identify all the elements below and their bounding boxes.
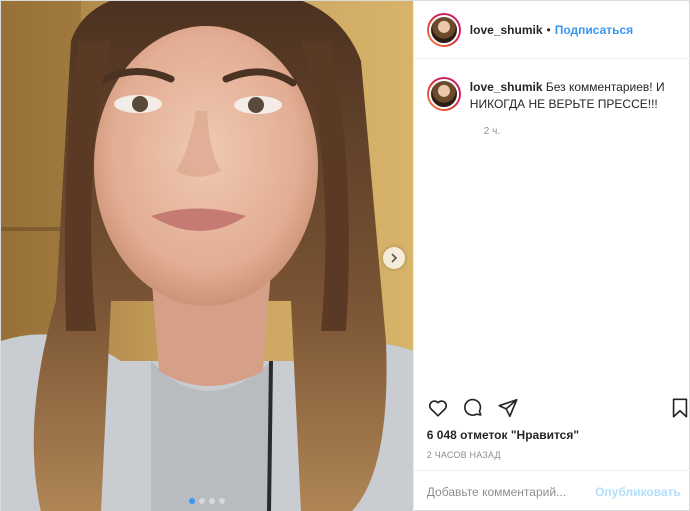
- comment-icon: [463, 398, 482, 416]
- username-link[interactable]: love_shumik: [470, 23, 543, 37]
- post-container: love_shumik • Подписаться love_shumik Бе…: [0, 0, 690, 511]
- chevron-right-icon: [391, 253, 398, 263]
- action-bar: [427, 397, 690, 421]
- caption-avatar[interactable]: [426, 77, 461, 111]
- header-separator: •: [546, 22, 551, 37]
- add-comment-form: Опубликовать: [413, 470, 690, 511]
- comment-button[interactable]: [462, 397, 484, 419]
- carousel-dot: [208, 498, 215, 504]
- like-button[interactable]: [427, 397, 449, 419]
- likes-count[interactable]: 6 048 отметок "Нравится": [427, 428, 579, 442]
- bookmark-icon: [672, 398, 688, 418]
- post-timestamp[interactable]: 2 ЧАСОВ НАЗАД: [427, 450, 501, 460]
- selfie-photo: [1, 1, 413, 511]
- caption-time[interactable]: 2 ч.: [484, 126, 500, 137]
- share-button[interactable]: [497, 397, 519, 419]
- carousel-dot: [218, 498, 225, 504]
- caption-username[interactable]: love_shumik: [470, 80, 543, 94]
- avatar[interactable]: [426, 12, 461, 47]
- heart-icon: [428, 400, 447, 417]
- next-slide-button[interactable]: [383, 247, 405, 269]
- share-icon: [498, 398, 518, 418]
- carousel-dot: [188, 498, 195, 504]
- post-header: love_shumik • Подписаться: [413, 1, 690, 59]
- caption-comment: love_shumik Без комментариев! И НИКОГДА …: [426, 77, 682, 137]
- comment-input[interactable]: [426, 484, 596, 499]
- save-button[interactable]: [669, 397, 690, 419]
- post-sidebar: love_shumik • Подписаться love_shumik Бе…: [412, 1, 690, 511]
- post-photo[interactable]: [1, 1, 413, 511]
- carousel-dot: [198, 498, 205, 504]
- carousel-dots: [1, 498, 413, 504]
- follow-button[interactable]: Подписаться: [555, 23, 633, 37]
- publish-button[interactable]: Опубликовать: [595, 485, 681, 499]
